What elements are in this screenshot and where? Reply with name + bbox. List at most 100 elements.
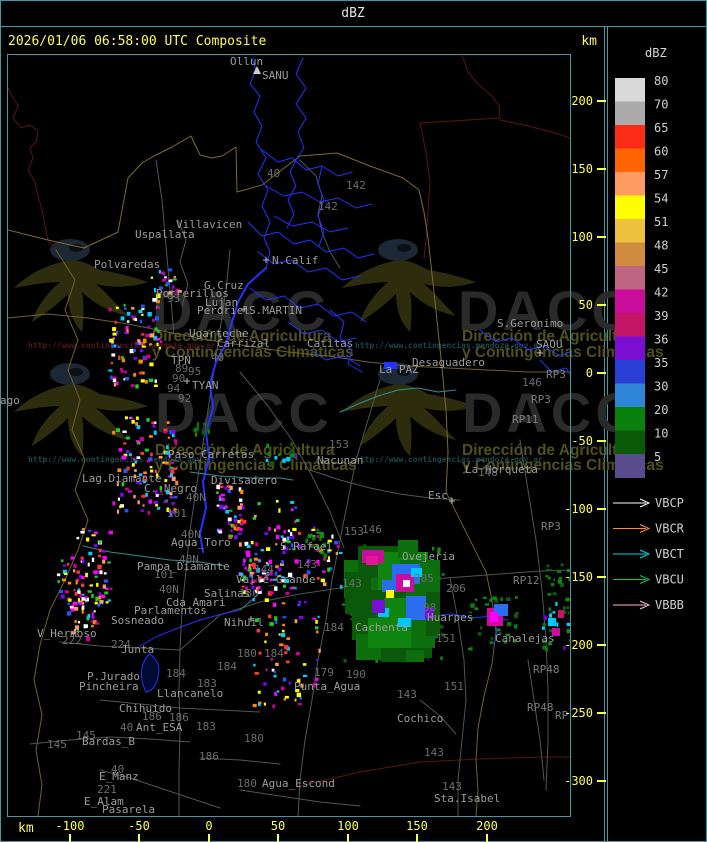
echo-cell: [163, 431, 168, 434]
map-label: 151: [436, 632, 456, 645]
echo-cell: [295, 652, 300, 656]
echo-cell: [265, 632, 269, 637]
map-label: 183: [196, 720, 216, 733]
echo-cell: [141, 345, 146, 348]
echo-cell: [317, 534, 320, 538]
colorscale-value: 65: [654, 121, 668, 135]
dacc-watermark-text: DACC: [462, 381, 640, 444]
echo-cell: [117, 509, 119, 514]
echo-cell: [166, 281, 170, 286]
echo-cell: [101, 550, 106, 553]
echo-cell: [149, 466, 153, 469]
echo-cell: [474, 607, 479, 611]
map-label: 151: [444, 680, 464, 693]
echo-cell: [80, 530, 85, 534]
echo-cell: [274, 616, 278, 621]
map-label: Canalejas: [495, 632, 555, 645]
echo-cell: [468, 647, 471, 650]
colorscale-value: 48: [654, 239, 668, 253]
echo-cell: [115, 306, 119, 310]
echo-cell: [109, 587, 113, 590]
right-axis-tick-label: -300: [564, 774, 593, 788]
echo-cell: [156, 342, 159, 347]
echo-cell: [280, 560, 284, 564]
colorscale-swatch: [615, 78, 645, 102]
echo-cell: [254, 671, 259, 675]
echo-cell: [482, 596, 488, 599]
echo-cell: [552, 611, 556, 614]
echo-cell: [317, 576, 320, 580]
echo-cell: [294, 619, 298, 624]
echo-cell: [270, 591, 274, 595]
storm-patch: [403, 580, 410, 587]
echo-cell: [500, 597, 503, 602]
echo-cell: [244, 566, 247, 570]
echo-cell: [336, 545, 340, 548]
echo-cell: [263, 682, 267, 686]
echo-cell: [157, 329, 160, 334]
map-label: Ant_ESA: [136, 721, 183, 734]
echo-cell: [490, 637, 494, 640]
echo-cell: [273, 670, 276, 674]
colorscale-swatch: [615, 289, 645, 314]
map-label: Perdriel: [197, 304, 250, 317]
echo-cell: [144, 448, 149, 452]
echo-cell: [152, 424, 156, 428]
echo-cell: [489, 641, 494, 645]
echo-cell: [73, 569, 76, 573]
echo-cell: [77, 621, 81, 624]
echo-cell: [287, 529, 291, 533]
echo-cell: [283, 530, 286, 534]
echo-cell: [91, 557, 95, 562]
echo-cell: [326, 559, 331, 562]
echo-cell: [152, 319, 155, 322]
map-label: 40N: [186, 491, 206, 504]
echo-cell: [290, 501, 295, 504]
echo-cell: [273, 528, 277, 532]
echo-cell: [229, 509, 233, 512]
echo-cell: [157, 507, 161, 510]
map-label: RP3: [531, 393, 551, 406]
echo-cell: [566, 622, 570, 626]
echo-cell: [95, 622, 100, 625]
echo-cell: [128, 490, 133, 493]
echo-cell: [160, 271, 165, 275]
echo-cell: [146, 459, 151, 463]
map-label: Sosneado: [111, 614, 164, 627]
echo-cell: [103, 572, 107, 575]
echo-cell: [77, 588, 81, 591]
echo-cell: [88, 590, 92, 593]
echo-cell: [173, 467, 178, 470]
echo-cell: [283, 698, 287, 701]
echo-cell: [88, 529, 92, 532]
echo-cell: [254, 514, 257, 518]
map-label: Esc.: [428, 489, 455, 502]
echo-cell: [91, 593, 94, 598]
echo-cell: [566, 606, 570, 609]
echo-cell: [162, 461, 165, 464]
map-label: 146: [522, 376, 542, 389]
echo-cell: [275, 543, 278, 546]
echo-cell: [124, 331, 127, 335]
colorscale-value: 54: [654, 192, 668, 206]
echo-cell: [224, 486, 228, 490]
echo-cell: [319, 533, 325, 539]
echo-cell: [298, 531, 302, 536]
map-label: TYAN: [192, 379, 219, 392]
echo-cell: [263, 702, 266, 706]
echo-cell: [76, 536, 80, 540]
echo-cell: [327, 567, 331, 572]
map-label: Carrizal: [217, 337, 270, 350]
echo-cell: [91, 612, 94, 617]
right-axis-tick-label: -50: [571, 434, 593, 448]
colorscale-swatch: [615, 148, 645, 173]
map-label: 143: [297, 558, 317, 571]
map-label: 186: [199, 750, 219, 763]
echo-cell: [375, 659, 379, 663]
right-axis-tick-label: -150: [564, 570, 593, 584]
echo-cell: [239, 528, 243, 531]
map-label: 153: [329, 438, 349, 451]
echo-cell: [135, 416, 139, 420]
echo-cell: [275, 499, 279, 503]
echo-cell: [294, 506, 298, 509]
